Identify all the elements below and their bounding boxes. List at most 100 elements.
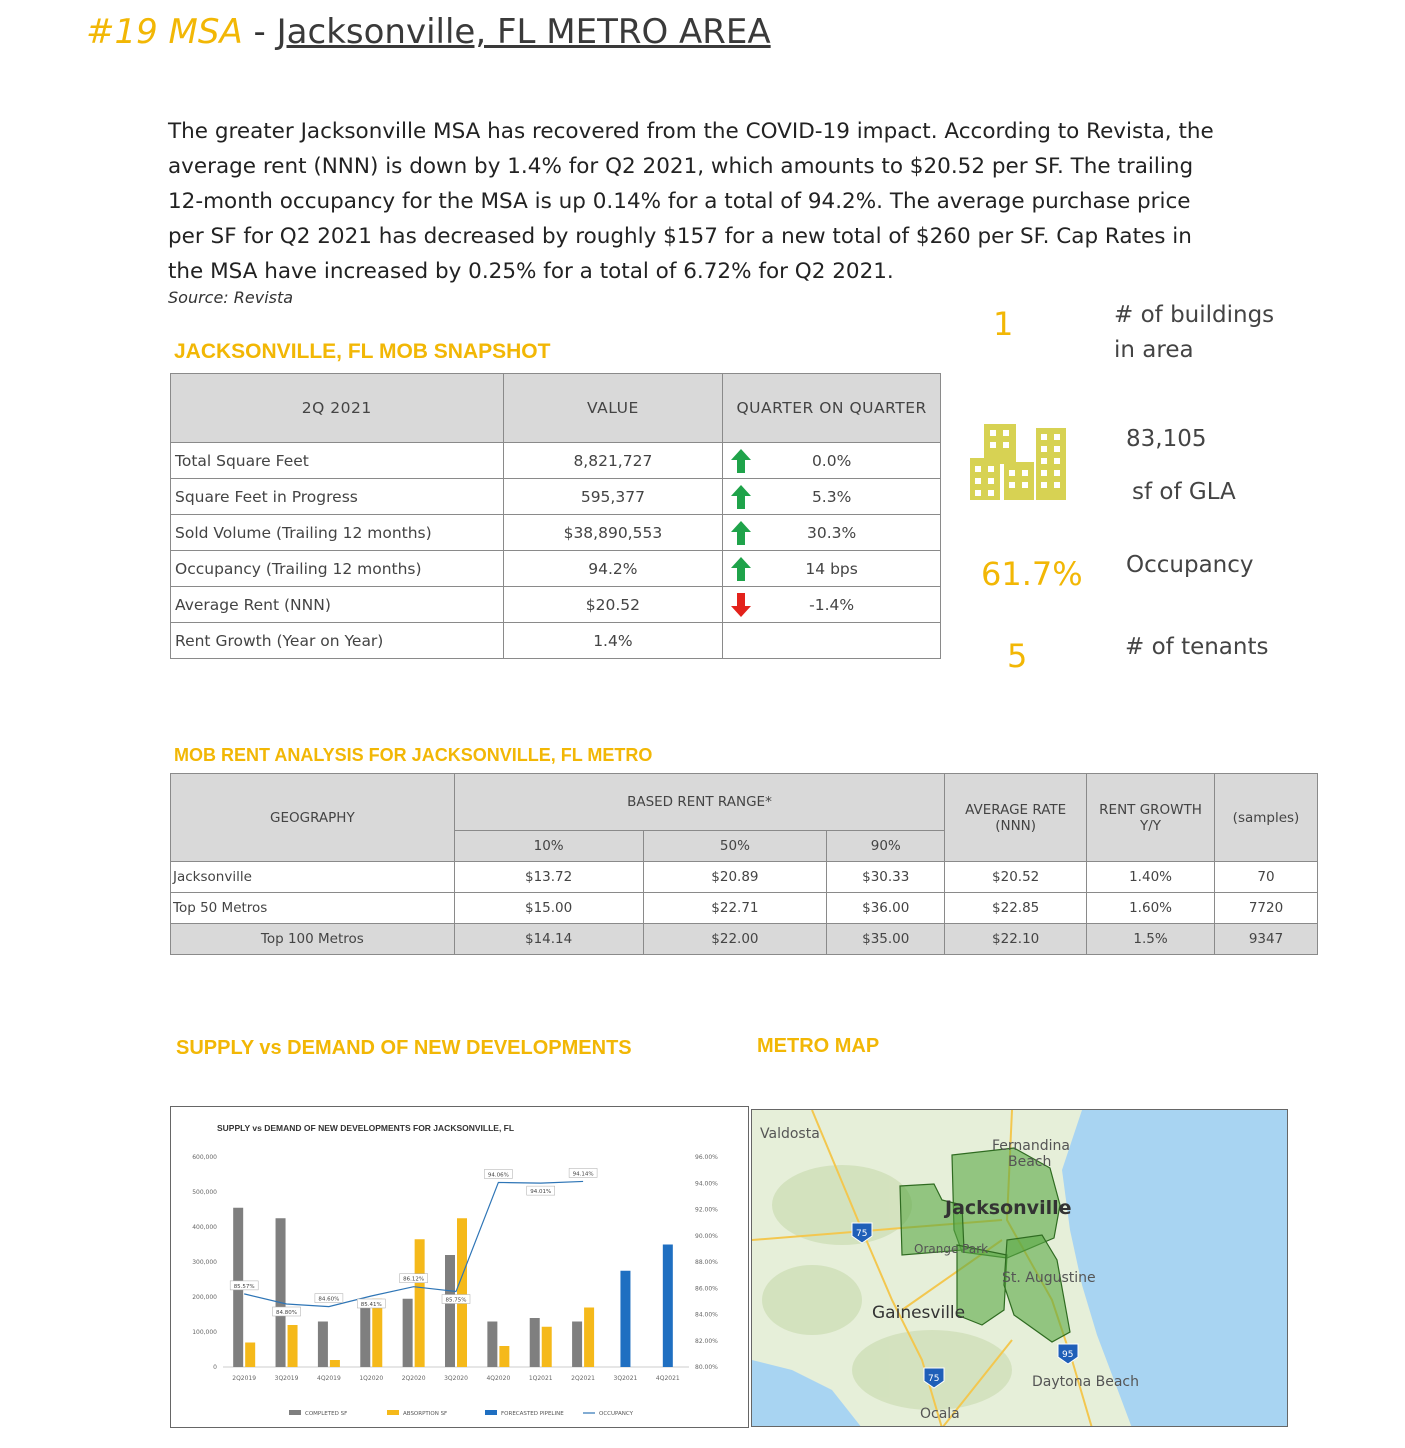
snapshot-row-label: Total Square Feet: [170, 442, 504, 479]
chart-x-tick: 1Q2020: [359, 1375, 383, 1382]
rent-cell-p90: $35.00: [826, 923, 946, 955]
map-shield-i75-label: 75: [856, 1229, 867, 1239]
snapshot-row-value: 595,377: [502, 478, 724, 515]
snapshot-row-qoq-cell: 0.0%: [722, 442, 941, 479]
chart-y2-tick: 90.00%: [695, 1233, 718, 1240]
rent-cell-avg: $22.10: [944, 923, 1088, 955]
map-label-ocala: Ocala: [920, 1406, 960, 1422]
map-label-st-augustine: St. Augustine: [1002, 1270, 1096, 1286]
rent-cell-p50: $20.89: [642, 861, 828, 893]
rent-row: Top 100 Metros $14.14 $22.00 $35.00 $22.10 1.…: [170, 923, 1318, 955]
chart-bar: [317, 1321, 328, 1367]
snapshot-row: Occupancy (Trailing 12 months) 94.2% 14 bp…: [170, 550, 941, 587]
rent-cell-growth: 1.40%: [1086, 861, 1215, 893]
chart-y-tick: 200,000: [192, 1294, 217, 1301]
rent-col-p50: 50%: [642, 830, 828, 862]
chart-bar: [529, 1318, 540, 1367]
tenants-count: 5: [1007, 637, 1028, 675]
snapshot-row: Total Square Feet 8,821,727 0.0%: [170, 442, 941, 479]
chart-data-label: 85.57%: [234, 1284, 255, 1290]
chart-y2-tick: 96.00%: [695, 1154, 718, 1161]
chart-y2-tick: 86.00%: [695, 1285, 718, 1292]
rent-cell-geo: Top 100 Metros: [170, 923, 455, 955]
rent-col-average: AVERAGE RATE (NNN): [944, 773, 1088, 862]
metro-map[interactable]: Valdosta Fernandina Beach Orange Park St…: [751, 1109, 1288, 1427]
rent-cell-avg: $22.85: [944, 892, 1088, 924]
map-shield-i75-south-label: 75: [928, 1374, 939, 1384]
chart-data-label: 85.75%: [446, 1298, 467, 1304]
rent-cell-p50: $22.71: [642, 892, 828, 924]
msa-rank: #19 MSA: [86, 12, 243, 52]
chart-x-tick: 3Q2020: [444, 1375, 468, 1382]
chart-bar: [457, 1218, 467, 1367]
snapshot-row-qoq-cell: 30.3%: [722, 514, 941, 551]
chart-x-tick: 4Q2021: [656, 1375, 680, 1382]
chart-x-tick: 4Q2020: [486, 1375, 510, 1382]
metro-map-svg: Valdosta Fernandina Beach Orange Park St…: [752, 1110, 1287, 1426]
arrow-down-icon: [731, 593, 752, 617]
arrow-up-icon: [731, 485, 752, 509]
chart-bar: [402, 1298, 413, 1367]
chart-data-label: 84.80%: [276, 1310, 297, 1316]
gla-label: sf of GLA: [1132, 479, 1236, 505]
chart-data-label: 94.06%: [488, 1172, 509, 1178]
chart-x-tick: 4Q2019: [317, 1375, 341, 1382]
supply-demand-chart-svg: SUPPLY vs DEMAND OF NEW DEVELOPMENTS FOR…: [192, 1123, 718, 1417]
snapshot-row-label: Average Rent (NNN): [170, 586, 504, 623]
snapshot-row-qoq-cell: [722, 622, 941, 659]
snapshot-row-qoq: 30.3%: [807, 523, 857, 542]
chart-y2-tick: 82.00%: [695, 1338, 718, 1345]
chart-legend-swatch: [387, 1410, 399, 1415]
chart-bar: [487, 1321, 498, 1367]
chart-data-label: 94.01%: [530, 1189, 551, 1195]
snapshot-table: 2Q 2021 VALUE QUARTER ON QUARTER Total S…: [170, 373, 941, 659]
snapshot-row: Square Feet in Progress 595,377 5.3%: [170, 478, 941, 515]
rent-cell-geo: Jacksonville: [170, 861, 455, 893]
map-label-valdosta: Valdosta: [760, 1126, 820, 1142]
rent-col-geography: GEOGRAPHY: [170, 773, 455, 862]
chart-y-tick: 600,000: [192, 1154, 217, 1161]
snapshot-row-qoq: 0.0%: [811, 451, 852, 470]
chart-x-tick: 3Q2019: [275, 1375, 299, 1382]
chart-data-label: 84.60%: [318, 1297, 339, 1303]
rent-row: Top 50 Metros $15.00 $22.71 $36.00 $22.85 1.6…: [170, 892, 1318, 924]
map-label-jacksonville: Jacksonville: [943, 1197, 1072, 1219]
occupancy-label: Occupancy: [1126, 552, 1254, 578]
rent-analysis-title: MOB RENT ANALYSIS FOR JACKSONVILLE, FL M…: [174, 745, 653, 765]
title-separator: -: [242, 12, 277, 52]
tenants-label: # of tenants: [1125, 634, 1269, 660]
chart-y2-tick: 94.00%: [695, 1180, 718, 1187]
chart-bar: [541, 1326, 552, 1367]
arrow-up-icon: [731, 449, 752, 473]
snapshot-row-qoq-cell: -1.4%: [722, 586, 941, 623]
snapshot-row-qoq-cell: 14 bps: [722, 550, 941, 587]
chart-y-tick: 400,000: [192, 1224, 217, 1231]
chart-bar: [499, 1346, 510, 1367]
rent-cell-geo: Top 50 Metros: [170, 892, 455, 924]
chart-legend-label: OCCUPANCY: [599, 1411, 634, 1417]
arrow-up-icon: [731, 557, 752, 581]
rent-cell-samples: 7720: [1214, 892, 1318, 924]
rent-cell-p50: $22.00: [642, 923, 828, 955]
gla-value: 83,105: [1126, 426, 1207, 452]
map-label-gainesville: Gainesville: [872, 1303, 965, 1323]
occupancy-value: 61.7%: [981, 555, 1083, 593]
snapshot-row: Rent Growth (Year on Year) 1.4%: [170, 622, 941, 659]
chart-title: SUPPLY vs DEMAND OF NEW DEVELOPMENTS FOR…: [217, 1123, 514, 1133]
chart-bar: [287, 1325, 298, 1367]
chart-y-tick: 100,000: [192, 1329, 217, 1336]
supply-demand-chart: SUPPLY vs DEMAND OF NEW DEVELOPMENTS FOR…: [170, 1106, 749, 1428]
rent-col-growth-line2: Y/Y: [1140, 817, 1162, 834]
snapshot-row-label: Sold Volume (Trailing 12 months): [170, 514, 504, 551]
chart-data-label: 86.12%: [403, 1277, 424, 1283]
snapshot-row: Sold Volume (Trailing 12 months) $38,890,…: [170, 514, 941, 551]
rent-cell-samples: 70: [1214, 861, 1318, 893]
snapshot-row-value: 1.4%: [502, 622, 724, 659]
rent-header-row: GEOGRAPHY BASED RENT RANGE* AVERAGE RATE…: [170, 773, 1318, 862]
chart-bar: [414, 1239, 425, 1367]
snapshot-header-row: 2Q 2021 VALUE QUARTER ON QUARTER: [170, 373, 941, 443]
rent-cell-p10: $15.00: [453, 892, 644, 924]
snapshot-row-qoq: 5.3%: [811, 487, 852, 506]
metro-area-title: Jacksonville, FL METRO AREA: [276, 12, 771, 52]
intro-paragraph: The greater Jacksonville MSA has recover…: [168, 119, 1214, 284]
